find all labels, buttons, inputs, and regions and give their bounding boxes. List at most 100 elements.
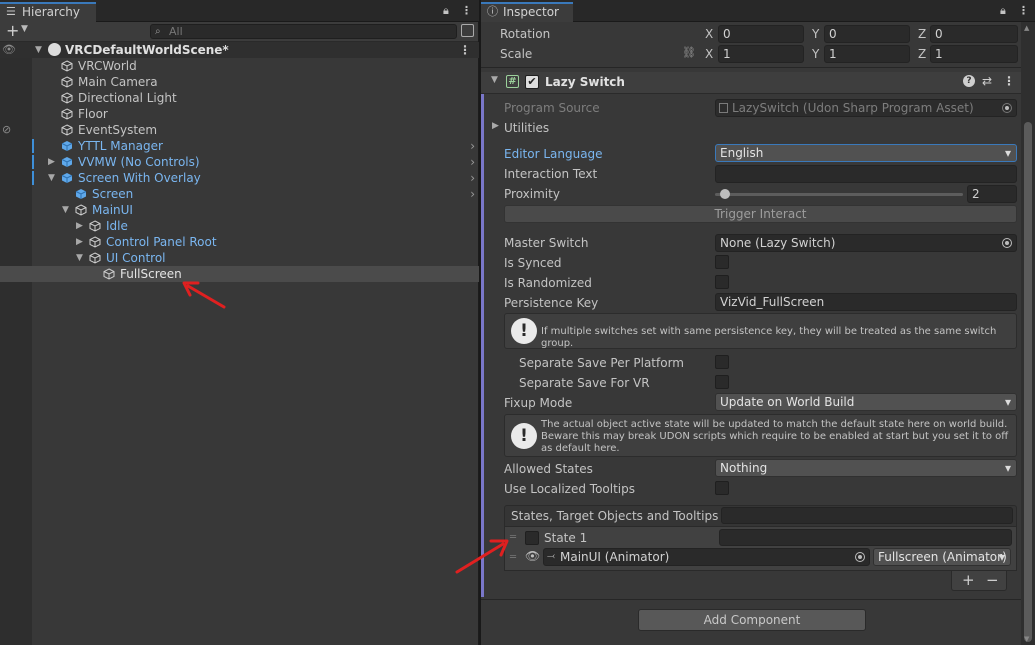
hierarchy-item-yttl-manager[interactable]: YTTL Manager › xyxy=(0,138,479,154)
collapse-arrow-icon[interactable]: ▼ xyxy=(491,75,498,85)
divider xyxy=(481,67,1021,68)
tab-inspector[interactable]: ⓘ Inspector xyxy=(481,2,573,22)
scale-z-field[interactable]: 1 xyxy=(930,45,1018,63)
tab-hierarchy[interactable]: ☰ Hierarchy xyxy=(0,2,96,22)
rotation-x-field[interactable]: 0 xyxy=(718,25,804,43)
rotation-y-field[interactable]: 0 xyxy=(824,25,910,43)
chevron-right-icon[interactable]: › xyxy=(470,186,475,202)
state1-checkbox[interactable] xyxy=(525,531,539,545)
fixup-help-box: ! The actual object active state will be… xyxy=(504,414,1017,457)
localized-tooltips-checkbox[interactable] xyxy=(715,481,729,495)
expand-arrow-icon[interactable]: ▶ xyxy=(492,121,499,131)
lock-icon[interactable]: 🔒︎ xyxy=(1000,4,1006,18)
expand-arrow-icon[interactable]: ▶ xyxy=(76,218,83,234)
more-menu-icon[interactable]: ⋮ xyxy=(461,4,472,17)
state1-tooltip-field[interactable] xyxy=(719,529,1012,546)
unity-scene-icon xyxy=(48,43,61,56)
allowed-states-dropdown[interactable]: Nothing xyxy=(715,459,1017,477)
help-icon[interactable]: ? xyxy=(963,75,975,87)
add-component-button[interactable]: Add Component xyxy=(638,609,866,631)
scroll-up-icon[interactable]: ▲ xyxy=(1024,24,1029,32)
eye-icon[interactable]: 👁︎ xyxy=(525,549,540,563)
scrollbar-thumb[interactable] xyxy=(1024,122,1032,642)
link-icon[interactable]: ⛓︎ xyxy=(682,46,696,59)
separate-save-vr-checkbox[interactable] xyxy=(715,375,729,389)
master-switch-field[interactable]: None (Lazy Switch) xyxy=(715,234,1017,252)
component-menu-icon[interactable]: ⋮ xyxy=(1003,74,1015,88)
component-header[interactable]: ▼ # ✔ Lazy Switch ? ⇄ ⋮ xyxy=(481,72,1021,94)
axis-x-label: X xyxy=(705,27,714,41)
hierarchy-item-fullscreen[interactable]: FullScreen xyxy=(0,266,479,282)
states-header-field[interactable] xyxy=(721,507,1013,524)
trigger-interact-button[interactable]: Trigger Interact xyxy=(504,205,1017,223)
lock-icon[interactable]: 🔒︎ xyxy=(443,4,449,18)
expand-arrow-icon[interactable]: ▼ xyxy=(76,250,83,266)
axis-y-label: Y xyxy=(812,27,820,41)
object-picker-icon[interactable] xyxy=(855,552,865,562)
hierarchy-toolbar: + ▼ ⌕ All xyxy=(0,22,478,42)
hierarchy-item-mainui[interactable]: ▼ MainUI xyxy=(0,202,479,218)
search-input[interactable]: ⌕ All xyxy=(150,24,457,39)
hierarchy-item-eventsystem[interactable]: ⊘ EventSystem xyxy=(0,122,479,138)
hierarchy-item-screen-with-overlay[interactable]: ▼ Screen With Overlay › xyxy=(0,170,479,186)
target-type-dropdown[interactable]: Fullscreen (Animator) xyxy=(873,548,1011,566)
presets-icon[interactable]: ⇄ xyxy=(982,74,992,88)
hierarchy-item-control-panel-root[interactable]: ▶ Control Panel Root xyxy=(0,234,479,250)
utilities-foldout[interactable]: Utilities xyxy=(504,120,549,136)
chevron-down-icon[interactable]: ▼ xyxy=(21,24,28,34)
scale-x-field[interactable]: 1 xyxy=(718,45,804,63)
proximity-slider-track[interactable] xyxy=(715,189,963,199)
hierarchy-item-ui-control[interactable]: ▼ UI Control xyxy=(0,250,479,266)
create-add-icon[interactable]: + xyxy=(6,22,19,40)
hierarchy-item-vrcworld[interactable]: VRCWorld xyxy=(0,58,479,74)
asset-icon xyxy=(719,103,728,113)
is-synced-checkbox[interactable] xyxy=(715,255,729,269)
inspector-scrollbar[interactable]: ▲ ▼ xyxy=(1021,22,1035,645)
editor-language-dropdown[interactable]: English xyxy=(715,144,1017,162)
hierarchy-item-floor[interactable]: Floor xyxy=(0,106,479,122)
proximity-slider-thumb[interactable] xyxy=(719,189,730,199)
fixup-mode-dropdown[interactable]: Update on World Build xyxy=(715,393,1017,411)
hierarchy-item-directional-light[interactable]: Directional Light xyxy=(0,90,479,106)
interaction-text-field[interactable] xyxy=(715,165,1017,183)
add-state-button[interactable]: + xyxy=(962,571,975,589)
gameobject-icon xyxy=(61,76,73,88)
proximity-value-field[interactable]: 2 xyxy=(967,185,1017,203)
hierarchy-item-idle[interactable]: ▶ Idle xyxy=(0,218,479,234)
hierarchy-tabbar: ☰ Hierarchy 🔒︎ ⋮ xyxy=(0,0,479,22)
prefab-override-bar xyxy=(32,171,34,185)
chevron-right-icon[interactable]: › xyxy=(470,138,475,154)
remove-state-button[interactable]: − xyxy=(986,571,999,589)
object-picker-icon[interactable] xyxy=(1002,238,1012,248)
component-enabled-checkbox[interactable]: ✔ xyxy=(525,75,539,89)
hierarchy-item-main-camera[interactable]: Main Camera xyxy=(0,74,479,90)
axis-x-label: X xyxy=(705,47,714,61)
scale-y-field[interactable]: 1 xyxy=(824,45,910,63)
expand-arrow-icon[interactable]: ▼ xyxy=(35,42,42,58)
chevron-right-icon[interactable]: › xyxy=(470,170,475,186)
scene-row[interactable]: 👁︎ ▼ VRCDefaultWorldScene* ⋮ xyxy=(0,42,479,58)
persistence-key-field[interactable]: VizVid_FullScreen xyxy=(715,293,1017,311)
list-icon: ☰ xyxy=(6,5,16,18)
expand-arrow-icon[interactable]: ▼ xyxy=(62,202,69,218)
eye-icon[interactable]: 👁︎ xyxy=(2,42,16,58)
gameobject-icon xyxy=(89,220,101,232)
scroll-down-icon[interactable]: ▼ xyxy=(1024,635,1029,643)
separate-save-platform-checkbox[interactable] xyxy=(715,355,729,369)
gameobject-icon xyxy=(103,268,115,280)
chevron-right-icon[interactable]: › xyxy=(470,154,475,170)
is-randomized-checkbox[interactable] xyxy=(715,275,729,289)
hierarchy-item-vvmw[interactable]: ▶ VVMW (No Controls) › xyxy=(0,154,479,170)
scene-menu-icon[interactable]: ⋮ xyxy=(459,42,471,58)
search-icon: ⌕ xyxy=(155,26,161,37)
target-object-field[interactable]: ⤙ MainUI (Animator) xyxy=(543,548,870,566)
hierarchy-item-screen[interactable]: Screen › xyxy=(0,186,479,202)
expand-arrow-icon[interactable]: ▶ xyxy=(48,154,55,170)
program-source-label: Program Source xyxy=(504,101,600,115)
scene-visibility-toggle-icon[interactable] xyxy=(461,24,474,37)
expand-arrow-icon[interactable]: ▼ xyxy=(48,170,55,186)
hidden-eye-icon[interactable]: ⊘ xyxy=(2,122,11,138)
more-menu-icon[interactable]: ⋮ xyxy=(1018,4,1029,17)
expand-arrow-icon[interactable]: ▶ xyxy=(76,234,83,250)
rotation-z-field[interactable]: 0 xyxy=(930,25,1018,43)
